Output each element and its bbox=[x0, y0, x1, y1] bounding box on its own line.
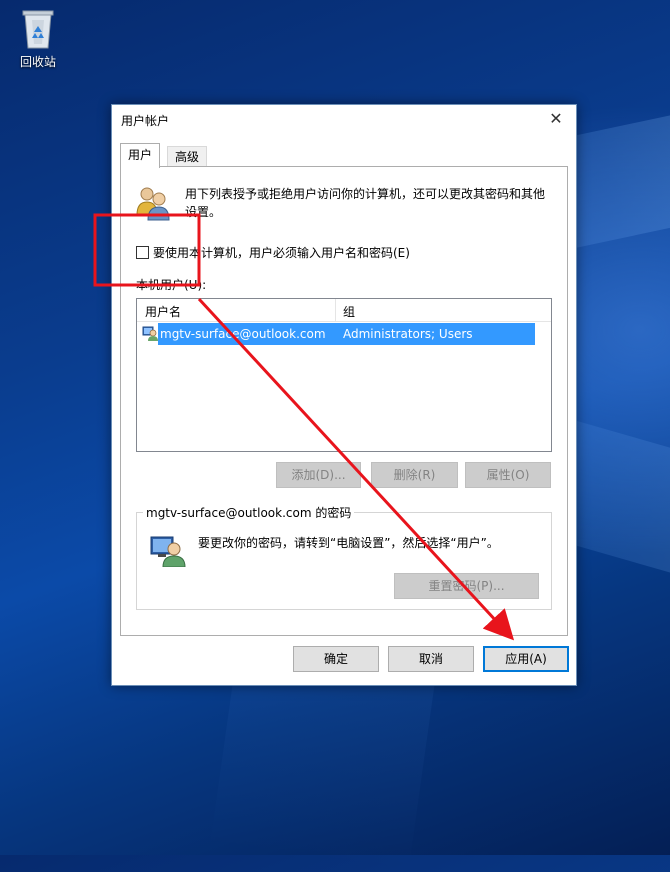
users-icon bbox=[136, 187, 170, 221]
add-user-button[interactable]: 添加(D)... bbox=[276, 462, 361, 488]
row-username: mgtv-surface@outlook.com bbox=[160, 327, 326, 341]
remove-user-button[interactable]: 删除(R) bbox=[371, 462, 458, 488]
must-login-checkbox[interactable] bbox=[136, 246, 149, 259]
recycle-bin-shortcut[interactable]: 回收站 bbox=[12, 6, 64, 70]
table-row[interactable]: mgtv-surface@outlook.com Administrators;… bbox=[137, 323, 535, 345]
password-group: mgtv-surface@outlook.com 的密码 要更改你的密码，请转到… bbox=[136, 504, 552, 610]
dialog-description: 用下列表授予或拒绝用户访问你的计算机，还可以更改其密码和其他设置。 bbox=[185, 187, 546, 219]
user-account-icon bbox=[142, 326, 158, 341]
tab-advanced[interactable]: 高级 bbox=[167, 146, 208, 167]
list-header: 用户名 组 bbox=[137, 299, 551, 322]
properties-button[interactable]: 属性(O) bbox=[465, 462, 551, 488]
local-users-label: 本机用户(U): bbox=[136, 278, 207, 292]
dialog-title: 用户帐户 bbox=[121, 114, 170, 128]
column-divider[interactable] bbox=[335, 299, 336, 321]
user-accounts-dialog: 用户帐户 ✕ 用户 高级 用下列表授予或拒绝用户访问你的计算机，还可以更改其密码… bbox=[111, 104, 577, 686]
password-instructions: 要更改你的密码，请转到“电脑设置”，然后选择“用户”。 bbox=[198, 536, 499, 550]
user-monitor-icon bbox=[150, 536, 186, 567]
apply-button[interactable]: 应用(A) bbox=[483, 646, 569, 672]
column-header-group[interactable]: 组 bbox=[343, 303, 355, 320]
password-group-title: mgtv-surface@outlook.com 的密码 bbox=[143, 504, 355, 521]
row-group: Administrators; Users bbox=[343, 327, 473, 341]
close-button[interactable]: ✕ bbox=[536, 105, 576, 133]
tab-users[interactable]: 用户 bbox=[120, 143, 161, 168]
reset-password-button[interactable]: 重置密码(P)... bbox=[394, 573, 539, 599]
recycle-bin-icon bbox=[22, 10, 54, 49]
recycle-bin-label: 回收站 bbox=[19, 55, 56, 69]
cancel-button[interactable]: 取消 bbox=[388, 646, 474, 672]
column-header-username[interactable]: 用户名 bbox=[145, 303, 181, 320]
ok-button[interactable]: 确定 bbox=[293, 646, 379, 672]
title-bar[interactable]: 用户帐户 ✕ bbox=[112, 105, 576, 133]
must-login-label[interactable]: 要使用本计算机，用户必须输入用户名和密码(E) bbox=[153, 244, 410, 261]
close-icon: ✕ bbox=[549, 109, 563, 128]
users-list[interactable]: 用户名 组 mgtv-surface@outlook.com Administr… bbox=[136, 298, 552, 452]
users-tab-panel: 用下列表授予或拒绝用户访问你的计算机，还可以更改其密码和其他设置。 要使用本计算… bbox=[120, 166, 568, 636]
